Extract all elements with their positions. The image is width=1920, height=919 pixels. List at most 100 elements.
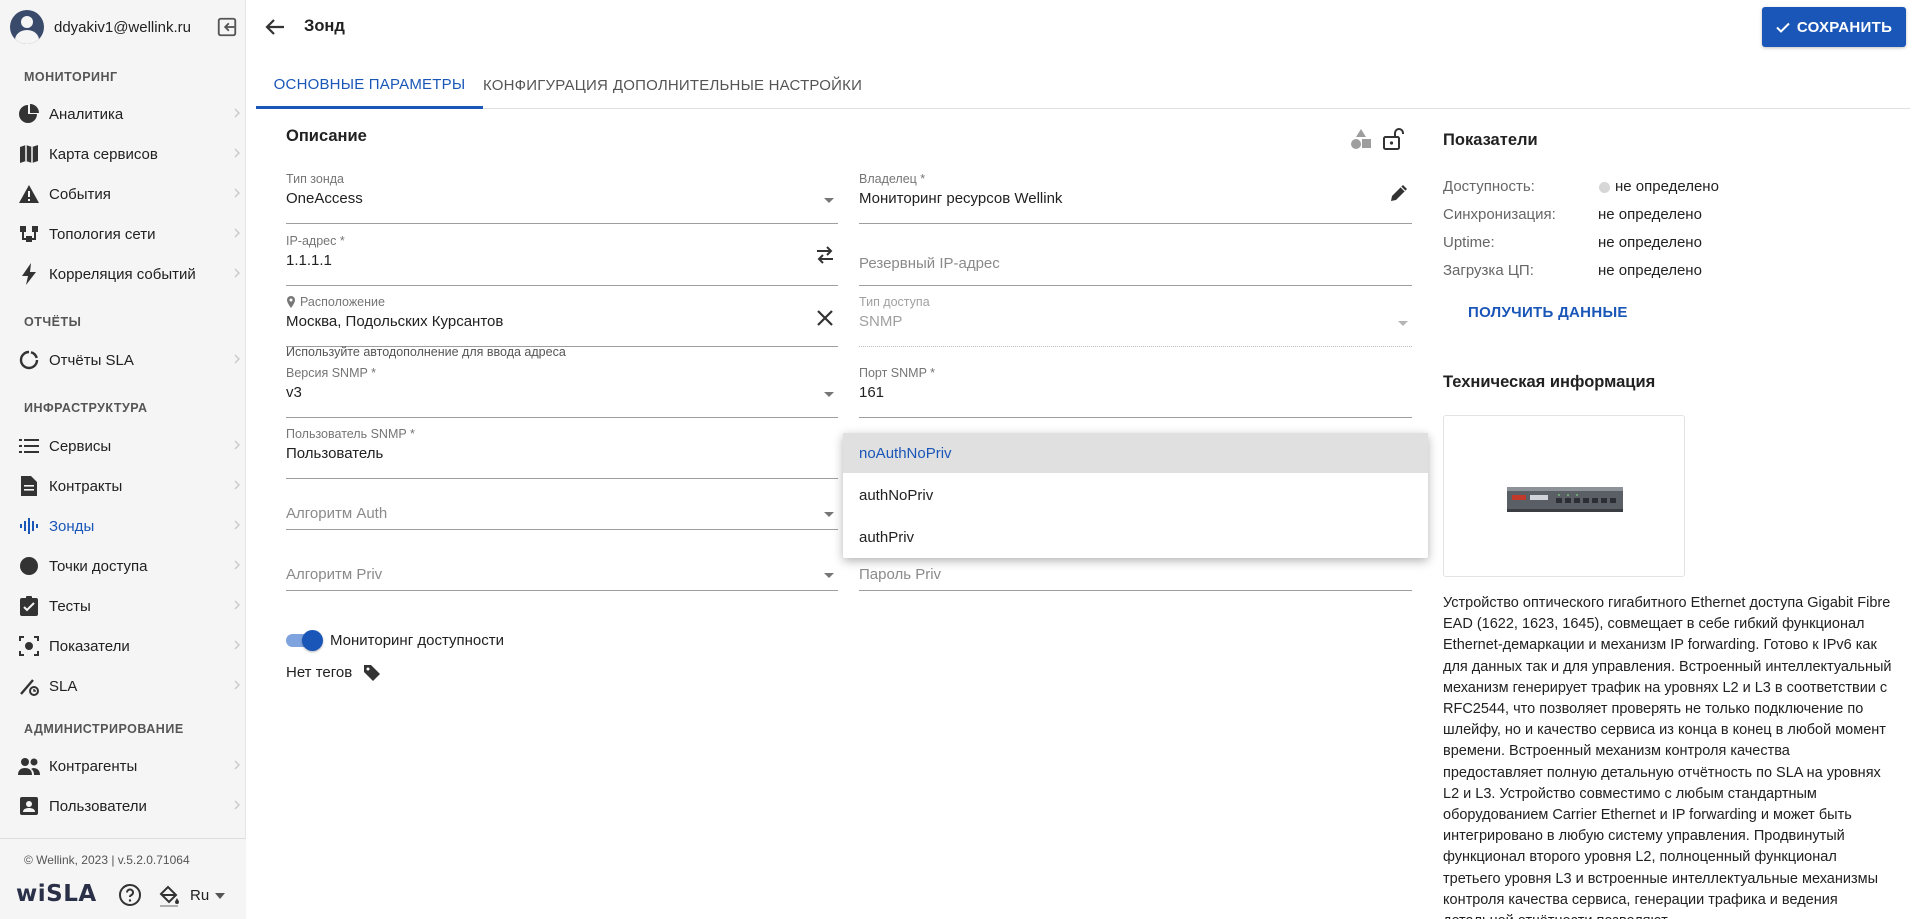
sidebar-item-label: Тесты	[49, 597, 91, 615]
chevron-right-icon	[234, 640, 240, 650]
clear-icon[interactable]	[814, 307, 836, 329]
save-button-label: СОХРАНИТЬ	[1796, 18, 1893, 36]
pie-chart-icon	[18, 103, 40, 125]
security-level-option[interactable]: authNoPriv	[843, 475, 1428, 515]
sidebar-item-access-points[interactable]: Точки доступа	[0, 546, 246, 586]
backup-ip-field[interactable]: Резервный IP-адрес	[859, 234, 1412, 286]
tag-icon[interactable]	[363, 664, 381, 682]
device-image-card	[1443, 415, 1685, 577]
language-value: Ru	[190, 887, 210, 904]
metric-label: Загрузка ЦП:	[1443, 262, 1534, 279]
probe-type-select[interactable]: Тип зонда OneAccess	[286, 172, 838, 224]
sidebar-item-users[interactable]: Пользователи	[0, 786, 246, 826]
sidebar-item-label: События	[49, 185, 111, 203]
people-icon	[18, 755, 40, 777]
snmp-port-value: 161	[859, 384, 885, 401]
back-arrow-icon[interactable]	[264, 16, 286, 38]
location-label-row: Расположение	[286, 295, 385, 309]
sidebar-item-label: Аналитика	[49, 105, 124, 123]
snmp-user-label: Пользователь SNMP *	[286, 427, 415, 441]
access-type-select: Тип доступа SNMP	[859, 295, 1412, 347]
caret-down-icon	[824, 392, 834, 397]
list-icon	[18, 435, 40, 457]
tab-configuration[interactable]: КОНФИГУРАЦИЯ	[483, 62, 608, 109]
location-field[interactable]: Расположение Москва, Подольских Курсанто…	[286, 295, 838, 347]
avatar-icon[interactable]	[10, 10, 44, 44]
location-value: Москва, Подольских Курсантов	[286, 313, 504, 330]
brand-logo: wiSLA	[16, 881, 97, 907]
circle-icon	[18, 555, 40, 577]
availability-monitoring-toggle[interactable]	[286, 630, 323, 651]
location-label: Расположение	[300, 295, 385, 309]
chevron-right-icon	[234, 480, 240, 490]
status-dot-icon	[1599, 182, 1610, 193]
sidebar-item-probes[interactable]: Зонды	[0, 506, 246, 546]
owner-field[interactable]: Владелец * Мониторинг ресурсов Wellink	[859, 172, 1412, 224]
ip-address-value: 1.1.1.1	[286, 252, 332, 269]
sidebar-item-label: Зонды	[49, 517, 95, 535]
location-pin-icon	[287, 296, 295, 308]
unlock-icon[interactable]	[1381, 127, 1405, 151]
chevron-right-icon	[234, 600, 240, 610]
security-level-option[interactable]: authPriv	[843, 517, 1428, 557]
edit-pencil-icon[interactable]	[1388, 182, 1410, 204]
section-title-reports: ОТЧЁТЫ	[24, 315, 82, 329]
snmp-version-label: Версия SNMP *	[286, 366, 376, 380]
ip-address-field[interactable]: IP-адрес * 1.1.1.1	[286, 234, 838, 286]
caret-down-icon	[824, 512, 834, 517]
sidebar-item-label: Сервисы	[49, 437, 112, 455]
sidebar: ddyakiv1@wellink.ru МОНИТОРИНГ Аналитика…	[0, 0, 246, 919]
metric-row-sync: Синхронизация: не определено	[1443, 206, 1743, 226]
availability-monitoring-label: Мониторинг доступности	[330, 632, 504, 649]
snmp-version-value: v3	[286, 384, 302, 401]
fetch-data-button[interactable]: ПОЛУЧИТЬ ДАННЫЕ	[1468, 304, 1628, 321]
help-icon[interactable]	[118, 883, 142, 907]
user-row: ddyakiv1@wellink.ru	[10, 10, 238, 44]
caret-down-icon	[824, 573, 834, 578]
checklist-icon	[18, 595, 40, 617]
sidebar-item-label: Корреляция событий	[49, 265, 196, 283]
snmp-user-field[interactable]: Пользователь SNMP * Пользователь	[286, 427, 838, 479]
sidebar-item-tests[interactable]: Тесты	[0, 586, 246, 626]
probe-type-label: Тип зонда	[286, 172, 345, 186]
metrics-icon	[18, 635, 40, 657]
paint-bucket-icon[interactable]	[158, 885, 180, 907]
save-button[interactable]: СОХРАНИТЬ	[1762, 7, 1906, 47]
page-title: Зонд	[304, 17, 345, 35]
metric-label: Uptime:	[1443, 234, 1495, 251]
tab-additional-settings[interactable]: ДОПОЛНИТЕЛЬНЫЕ НАСТРОЙКИ	[608, 62, 867, 109]
sidebar-item-sla-reports[interactable]: Отчёты SLA	[0, 340, 246, 380]
metric-row-uptime: Uptime: не определено	[1443, 234, 1743, 254]
language-select[interactable]: Ru	[190, 887, 226, 904]
sidebar-item-label: Карта сервисов	[49, 145, 158, 163]
top-bar: Зонд СОХРАНИТЬ	[246, 0, 1920, 54]
chevron-right-icon	[234, 228, 240, 238]
snmp-version-select[interactable]: Версия SNMP * v3	[286, 366, 838, 418]
section-title-administration: АДМИНИСТРИРОВАНИЕ	[24, 722, 184, 736]
sidebar-item-label: Контрагенты	[49, 757, 138, 775]
logout-icon[interactable]	[216, 16, 238, 38]
sidebar-item-label: Топология сети	[49, 225, 156, 243]
warning-icon	[18, 183, 40, 205]
sidebar-item-service-map[interactable]: Карта сервисов	[0, 134, 246, 174]
security-level-option[interactable]: noAuthNoPriv	[843, 433, 1428, 473]
section-title-monitoring: МОНИТОРИНГ	[24, 70, 118, 84]
priv-algorithm-select[interactable]: Алгоритм Priv	[286, 539, 838, 591]
snmp-port-label: Порт SNMP *	[859, 366, 936, 380]
sidebar-item-services[interactable]: Сервисы	[0, 426, 246, 466]
sidebar-item-sla[interactable]: SLA	[0, 666, 246, 706]
chevron-right-icon	[234, 148, 240, 158]
sidebar-item-correlation[interactable]: Корреляция событий	[0, 254, 246, 294]
sidebar-item-analytics[interactable]: Аналитика	[0, 94, 246, 134]
swap-icon[interactable]	[814, 244, 836, 266]
sidebar-item-contracts[interactable]: Контракты	[0, 466, 246, 506]
sidebar-item-topology[interactable]: Топология сети	[0, 214, 246, 254]
snmp-port-field[interactable]: Порт SNMP * 161	[859, 366, 1412, 418]
sidebar-item-metrics[interactable]: Показатели	[0, 626, 246, 666]
sidebar-item-counterparties[interactable]: Контрагенты	[0, 746, 246, 786]
tab-main-parameters[interactable]: ОСНОВНЫЕ ПАРАМЕТРЫ	[256, 62, 483, 109]
caret-down-icon	[1398, 321, 1408, 326]
chevron-right-icon	[234, 188, 240, 198]
sidebar-item-events[interactable]: События	[0, 174, 246, 214]
auth-algorithm-select[interactable]: Алгоритм Auth	[286, 478, 838, 530]
